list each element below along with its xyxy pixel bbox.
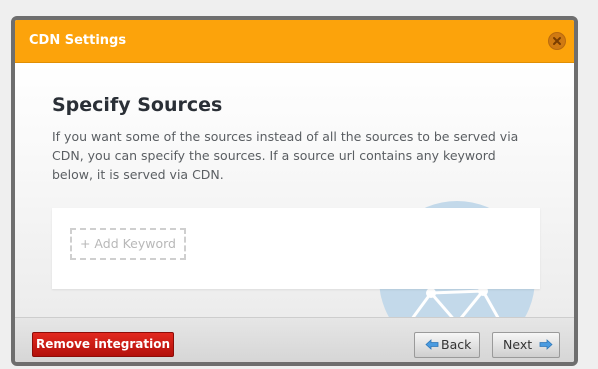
close-button[interactable] bbox=[548, 32, 566, 50]
dialog-titlebar: CDN Settings bbox=[15, 20, 574, 63]
close-icon bbox=[553, 37, 561, 45]
next-button-label: Next bbox=[503, 337, 533, 352]
arrow-left-icon bbox=[425, 339, 439, 350]
back-button[interactable]: Back bbox=[414, 332, 480, 358]
dialog-footer: Remove integration Back Next bbox=[15, 317, 574, 362]
dialog-body: Specify Sources If you want some of the … bbox=[15, 63, 574, 317]
add-keyword-button[interactable]: + Add Keyword bbox=[70, 228, 186, 260]
section-heading: Specify Sources bbox=[52, 94, 223, 116]
arrow-right-icon bbox=[539, 339, 553, 350]
dialog-title: CDN Settings bbox=[29, 33, 127, 48]
remove-integration-button[interactable]: Remove integration bbox=[32, 332, 174, 357]
back-button-label: Back bbox=[441, 337, 472, 352]
cdn-settings-dialog: CDN Settings Specify Sources If you want… bbox=[11, 16, 578, 366]
next-button[interactable]: Next bbox=[492, 332, 560, 358]
keyword-list-panel: + Add Keyword bbox=[52, 208, 540, 289]
section-description: If you want some of the sources instead … bbox=[52, 129, 519, 182]
